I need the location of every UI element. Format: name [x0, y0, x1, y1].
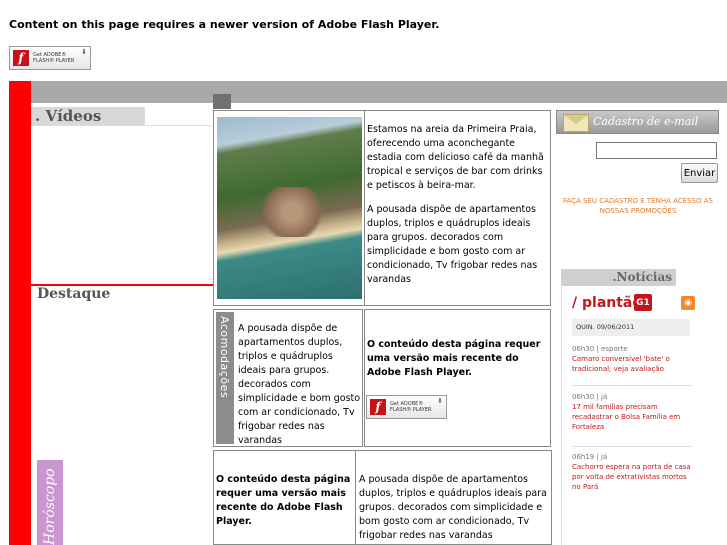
flash-notice-text: O conteúdo desta página requer uma versã… [367, 339, 541, 378]
acomodacoes-label: Acomodações [218, 316, 231, 399]
bottom-text: A pousada dispõe de apartamentos duplos,… [359, 474, 547, 541]
news-divider [572, 446, 692, 447]
top-gray-bar [9, 81, 727, 103]
beach-photo [217, 117, 362, 299]
left-red-bar [9, 81, 31, 545]
rss-icon[interactable]: ◉ [681, 296, 695, 310]
news-date: QUIN. 09/06/2011 [572, 319, 690, 336]
get-flash-player-button[interactable]: f Get ADOBE® FLASH® PLAYER ⬇ [9, 46, 91, 70]
bottom-flash-notice: O conteúdo desta página requer uma versã… [216, 474, 351, 527]
news-divider [572, 385, 692, 386]
envelope-icon [563, 114, 589, 132]
plantao-word: plantão [582, 295, 642, 311]
intro-paragraph-1: Estamos na areia da Primeira Praia, ofer… [367, 124, 544, 191]
news-item[interactable]: 06h30 | já 17 mil famílias precisam reca… [572, 392, 692, 432]
flash-logo-icon: f [370, 399, 386, 415]
news-headline[interactable]: Cachorro espera na porta de casa por vol… [572, 462, 692, 492]
email-input[interactable] [596, 142, 717, 159]
acomodacoes-tab[interactable]: Acomodações [216, 312, 234, 444]
flash-notice-cell: O conteúdo desta página requer uma versã… [364, 309, 551, 447]
videos-heading: . Vídeos [31, 107, 145, 125]
plantao-title[interactable]: / plantão [572, 295, 642, 311]
news-item[interactable]: 06h30 | esporte Camaro conversível 'bate… [572, 344, 692, 374]
news-meta: 06h30 | já [572, 393, 608, 401]
dark-square-decoration [213, 94, 231, 109]
intro-text-cell: Estamos na areia da Primeira Praia, ofer… [364, 110, 551, 306]
bottom-flash-cell: O conteúdo desta página requer uma versã… [213, 450, 356, 545]
news-meta: 06h30 | esporte [572, 345, 628, 353]
destaque-heading: Destaque [37, 286, 111, 302]
g1-logo-icon[interactable]: G1 [634, 294, 652, 311]
noticias-heading: .Notícias [561, 269, 676, 286]
flash-player-label: FLASH® PLAYER [33, 58, 75, 64]
horoscopo-label: Horóscopo [42, 468, 58, 545]
download-arrow-icon: ⬇ [437, 397, 443, 405]
cadastro-email-header: Cadastro de e-mail [556, 110, 719, 134]
flash-required-message: Content on this page requires a newer ve… [9, 18, 440, 31]
get-flash-player-button-2[interactable]: f Get ADOBE® FLASH® PLAYER ⬇ [366, 395, 447, 419]
intro-paragraph-2: A pousada dispõe de apartamentos duplos,… [367, 204, 538, 285]
news-headline[interactable]: Camaro conversível 'bate' o tradicional;… [572, 354, 692, 374]
news-item[interactable]: 06h19 | já Cachorro espera na porta de c… [572, 452, 692, 492]
news-meta: 06h19 | já [572, 453, 608, 461]
enviar-button[interactable]: Enviar [681, 163, 718, 183]
promo-signup-text: FAÇA SEU CADASTRO E TENHA ACESSO AS NOSS… [563, 197, 713, 215]
videos-divider [31, 125, 211, 126]
acomodacoes-text: A pousada dispõe de apartamentos duplos,… [238, 323, 361, 446]
flash-logo-icon: f [13, 50, 29, 66]
download-arrow-icon: ⬇ [81, 48, 87, 56]
cadastro-title: Cadastro de e-mail [593, 115, 699, 128]
horoscopo-banner[interactable]: Horóscopo [37, 460, 63, 545]
news-headline[interactable]: 17 mil famílias precisam recadastrar o B… [572, 402, 692, 432]
bottom-text-cell: A pousada dispõe de apartamentos duplos,… [355, 450, 552, 545]
